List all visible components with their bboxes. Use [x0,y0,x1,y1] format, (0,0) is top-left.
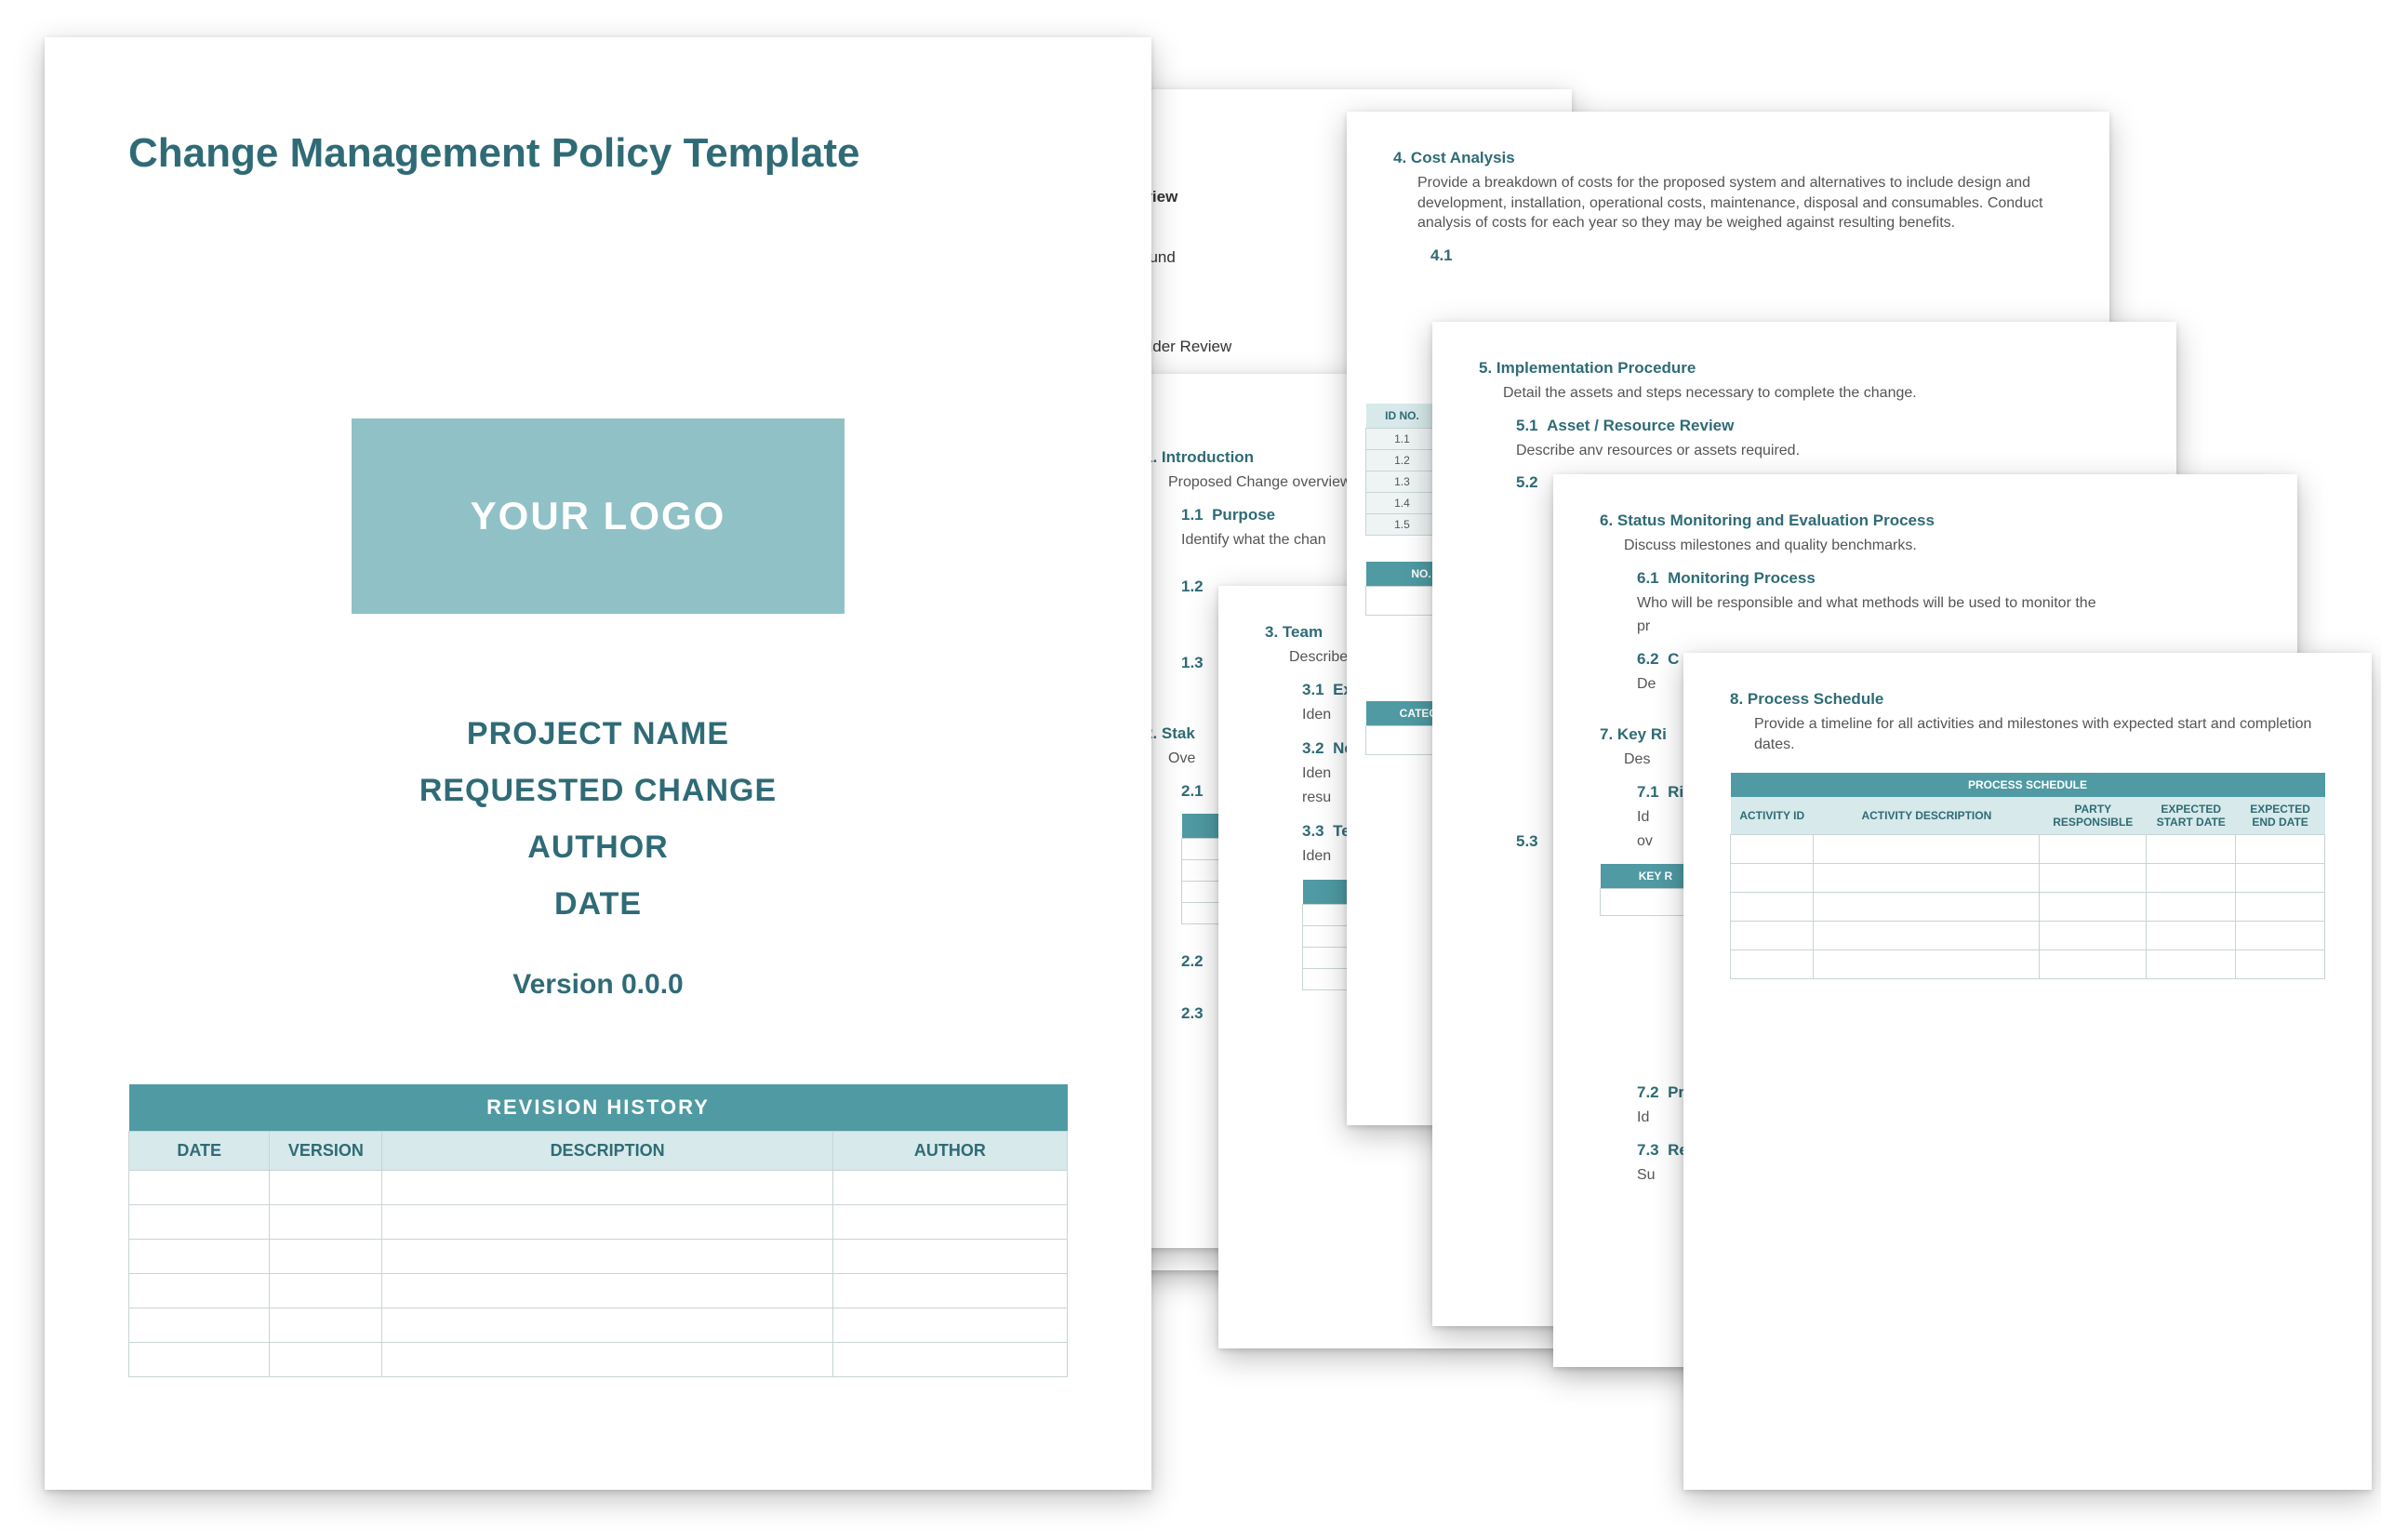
schedule-table: PROCESS SCHEDULE ACTIVITY IDACTIVITY DES… [1730,773,2325,979]
table-row [129,1308,1068,1343]
sched-col: PARTY RESPONSIBLE [2040,797,2147,835]
table-row [129,1171,1068,1205]
page-cover: Change Management Policy Template YOUR L… [45,37,1151,1490]
status-s72-title: Pr [1668,1083,1684,1101]
schedule-table-title: PROCESS SCHEDULE [1731,773,2325,797]
intro-h1-title: Introduction [1162,448,1254,466]
intro-h2-title: Stak [1162,724,1195,742]
impl-s51-desc: Describe anv resources or assets require… [1516,441,2130,461]
logo-placeholder: YOUR LOGO [352,418,845,614]
intro-s11-num: 1.1 [1181,506,1204,524]
status-h7-num: 7. [1600,725,1613,743]
status-s61-num: 6.1 [1637,569,1659,587]
status-s61-desc2: pr [1637,617,2251,637]
status-s62-title: C [1668,650,1679,668]
table-row [1731,950,2325,979]
impl-h5-num: 5. [1479,359,1492,377]
table-row [1731,864,2325,893]
impl-s52-num: 5.2 [1516,473,1538,491]
intro-s12-num: 1.2 [1181,578,1204,595]
cover-project-name: PROJECT NAME [128,716,1068,752]
cover-date: DATE [128,886,1068,923]
status-h6-desc: Discuss milestones and quality benchmark… [1624,536,2251,556]
status-h6-num: 6. [1600,511,1613,529]
sched-col: EXPECTED END DATE [2236,797,2325,835]
cover-author: AUTHOR [128,830,1068,866]
status-h6-title: Status Monitoring and Evaluation Process [1617,511,1935,529]
status-s62-num: 6.2 [1637,650,1659,668]
team-s31-num: 3.1 [1302,681,1324,698]
table-row [1731,922,2325,950]
table-row [129,1274,1068,1308]
rev-col: VERSION [270,1132,382,1171]
cost-h4-title: Cost Analysis [1411,149,1515,166]
intro-s21-num: 2.1 [1181,782,1204,800]
table-row [129,1240,1068,1274]
team-h3-num: 3. [1265,623,1278,641]
team-s32-num: 3.2 [1302,739,1324,757]
rev-col: DATE [129,1132,270,1171]
intro-s23-num: 2.3 [1181,1004,1204,1022]
sched-h8-num: 8. [1730,690,1743,708]
status-s71-title: Ri [1668,783,1683,801]
rev-col: AUTHOR [832,1132,1067,1171]
status-s61-desc1: Who will be responsible and what methods… [1637,593,2251,614]
cover-requested-change: REQUESTED CHANGE [128,773,1068,809]
revision-history-table: REVISION HISTORY DATEVERSIONDESCRIPTIONA… [128,1084,1068,1377]
rev-col: DESCRIPTION [382,1132,832,1171]
sched-h8-desc: Provide a timeline for all activities an… [1754,714,2312,754]
sched-h8-title: Process Schedule [1748,690,1883,708]
table-row [129,1343,1068,1377]
page-schedule: 8. Process Schedule Provide a timeline f… [1683,653,2372,1490]
team-h3-title: Team [1283,623,1323,641]
impl-s53-num: 5.3 [1516,832,1538,850]
cost-id-head: ID NO. [1366,404,1439,429]
sched-col: ACTIVITY DESCRIPTION [1814,797,2040,835]
cost-h4-num: 4. [1393,149,1406,166]
cost-s41-num: 4.1 [1430,246,1453,264]
rev-title: REVISION HISTORY [129,1084,1068,1132]
intro-s13-num: 1.3 [1181,654,1204,671]
table-row [129,1205,1068,1240]
impl-h5-desc: Detail the assets and steps necessary to… [1503,383,2130,404]
status-h7-title: Key Ri [1617,725,1667,743]
status-s72-num: 7.2 [1637,1083,1659,1101]
table-row [1731,835,2325,864]
cover-version: Version 0.0.0 [128,969,1068,1001]
sched-col: EXPECTED START DATE [2147,797,2236,835]
team-s33-num: 3.3 [1302,822,1324,840]
cost-h4-desc: Provide a breakdown of costs for the pro… [1417,173,2063,233]
impl-h5-title: Implementation Procedure [1496,359,1696,377]
impl-s51-title: Asset / Resource Review [1547,417,1734,434]
table-row [1731,893,2325,922]
intro-s22-num: 2.2 [1181,952,1204,970]
status-s61-title: Monitoring Process [1668,569,1816,587]
sched-col: ACTIVITY ID [1731,797,1814,835]
impl-s51-num: 5.1 [1516,417,1538,434]
status-s71-num: 7.1 [1637,783,1659,801]
intro-s11-title: Purpose [1212,506,1275,524]
doc-title: Change Management Policy Template [128,130,1068,177]
status-s73-num: 7.3 [1637,1141,1659,1159]
